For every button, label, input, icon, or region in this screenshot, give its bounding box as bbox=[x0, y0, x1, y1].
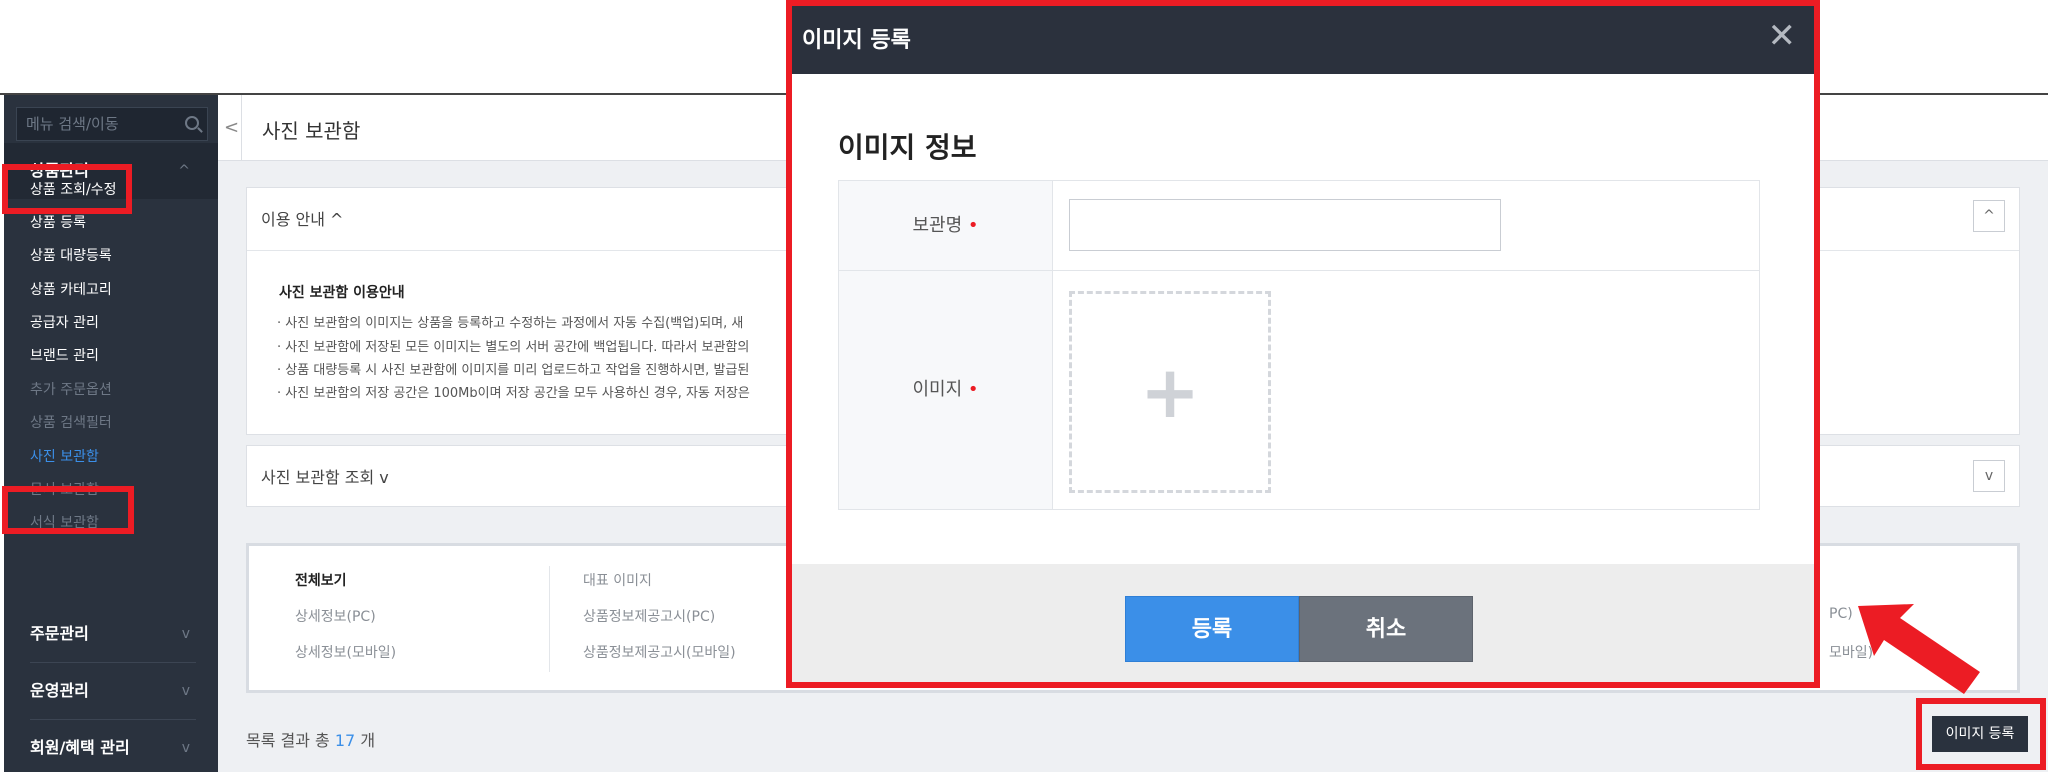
result-number: 17 bbox=[334, 731, 356, 750]
guide-panel-title[interactable]: 이용 안내 ^ bbox=[261, 206, 343, 230]
sidebar-item-product-register[interactable]: 상품 등록 bbox=[30, 212, 86, 234]
sidebar-category-order[interactable]: 주문관리 v bbox=[4, 606, 218, 662]
filter-separator bbox=[549, 566, 550, 672]
guide-line: · 상품 대량등록 시 사진 보관함에 이미지를 미리 업로드하고 작업을 진행… bbox=[277, 363, 750, 378]
sidebar-category-label: 주문관리 bbox=[30, 624, 89, 643]
sidebar-item-search-filter[interactable]: 상품 검색필터 bbox=[30, 412, 112, 434]
menu-search-placeholder: 메뉴 검색/이동 bbox=[26, 115, 119, 133]
result-suffix: 개 bbox=[360, 731, 376, 750]
guide-line: · 사진 보관함의 저장 공간은 100Mb이며 저장 공간을 모두 사용하신 … bbox=[277, 386, 750, 401]
chevron-down-icon: v bbox=[181, 740, 190, 756]
filter-notice-mobile[interactable]: 상품정보제공고시(모바일) bbox=[583, 642, 736, 662]
filter-partial-pc[interactable]: PC) bbox=[1829, 606, 1853, 622]
filter-detail-mobile[interactable]: 상세정보(모바일) bbox=[295, 642, 396, 662]
highlight-product-management bbox=[2, 164, 132, 214]
sidebar-item-category[interactable]: 상품 카테고리 bbox=[30, 279, 112, 301]
sidebar-category-label: 회원/혜택 관리 bbox=[30, 738, 130, 757]
sidebar-category-operation[interactable]: 운영관리 v bbox=[4, 663, 218, 719]
guide-line: · 사진 보관함의 이미지는 상품을 등록하고 수정하는 과정에서 자동 수집(… bbox=[277, 316, 744, 331]
highlight-modal bbox=[786, 0, 1820, 688]
chevron-up-icon: ^ bbox=[178, 163, 190, 179]
filter-detail-pc[interactable]: 상세정보(PC) bbox=[295, 606, 376, 626]
chevron-down-icon: v bbox=[181, 683, 190, 699]
guide-line: · 사진 보관함에 저장된 모든 이미지는 별도의 서버 공간에 백업됩니다. … bbox=[277, 340, 750, 355]
result-prefix: 목록 결과 총 bbox=[246, 731, 330, 750]
result-count: 목록 결과 총 17 개 bbox=[246, 727, 375, 751]
sidebar-category-member[interactable]: 회원/혜택 관리 v bbox=[4, 720, 218, 772]
page-title: 사진 보관함 bbox=[262, 119, 361, 143]
search-panel-title[interactable]: 사진 보관함 조회 v bbox=[261, 464, 389, 488]
screenshot-stage: 메뉴 검색/이동 상품관리 ^ 상품 조회/수정 상품 등록 상품 대량등록 상… bbox=[0, 0, 2048, 772]
sidebar-category-label: 운영관리 bbox=[30, 681, 89, 700]
search-icon[interactable] bbox=[185, 116, 199, 130]
pointer-arrow-icon bbox=[1858, 604, 1980, 694]
filter-notice-pc[interactable]: 상품정보제공고시(PC) bbox=[583, 606, 715, 626]
sidebar-item-order-option[interactable]: 추가 주문옵션 bbox=[30, 379, 112, 401]
highlight-photo-storage bbox=[2, 486, 134, 534]
highlight-register-button bbox=[1916, 698, 2046, 770]
guide-toggle-button[interactable]: ^ bbox=[1973, 200, 2005, 232]
menu-search-input[interactable]: 메뉴 검색/이동 bbox=[16, 107, 208, 141]
collapse-sidebar-icon[interactable]: < bbox=[222, 95, 242, 161]
filter-main-image[interactable]: 대표 이미지 bbox=[583, 570, 652, 590]
filter-all[interactable]: 전체보기 bbox=[295, 570, 347, 590]
sidebar-item-bulk-register[interactable]: 상품 대량등록 bbox=[30, 245, 112, 267]
sidebar-item-supplier[interactable]: 공급자 관리 bbox=[30, 312, 99, 334]
sidebar-item-photo-storage[interactable]: 사진 보관함 bbox=[30, 446, 99, 468]
chevron-down-icon: v bbox=[181, 626, 190, 642]
search-toggle-button[interactable]: v bbox=[1973, 460, 2005, 492]
sidebar-item-brand[interactable]: 브랜드 관리 bbox=[30, 345, 99, 367]
guide-heading: 사진 보관함 이용안내 bbox=[279, 285, 405, 301]
